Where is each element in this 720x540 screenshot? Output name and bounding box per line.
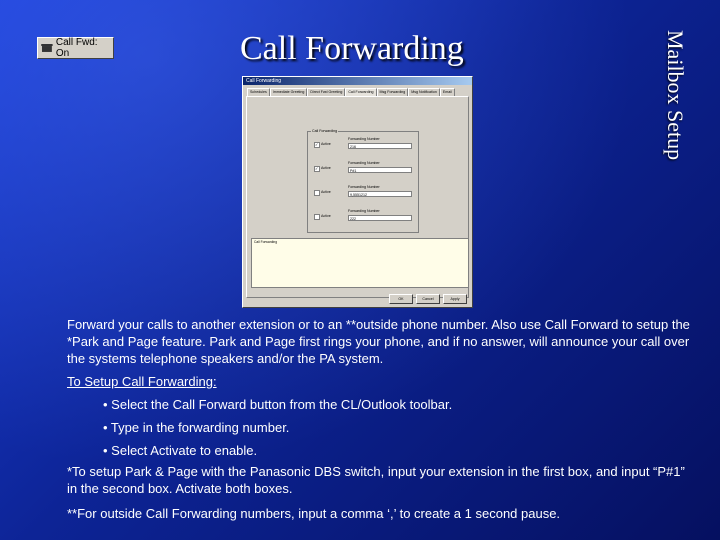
active-label: Active: [321, 214, 331, 218]
dialog-titlebar: Call Forwarding: [243, 77, 472, 85]
tab-immediate-greeting[interactable]: Immediate Greeting: [269, 88, 308, 96]
active-checkbox[interactable]: [314, 190, 320, 196]
tab-call-forwarding[interactable]: Call Forwarding: [345, 88, 377, 96]
bullet-item: • Select Activate to enable.: [103, 443, 258, 458]
forwarding-number-label: Forwarding Number: [348, 185, 380, 189]
forward-row: ✓ Active Forwarding Number P#1: [312, 160, 416, 178]
outside-number-note: **For outside Call Forwarding numbers, i…: [67, 506, 561, 521]
bullet-item: • Type in the forwarding number.: [103, 420, 290, 435]
bullet-item: • Select the Call Forward button from th…: [103, 397, 453, 412]
call-forwarding-dialog: Call Forwarding Schedules Immediate Gree…: [242, 76, 473, 308]
park-page-note: *To setup Park & Page with the Panasonic…: [67, 464, 685, 496]
tab-schedules[interactable]: Schedules: [247, 88, 270, 96]
phone-icon: [41, 44, 53, 52]
dialog-tabs: Schedules Immediate Greeting Direct Fwd …: [247, 88, 470, 96]
tab-msg-forwarding[interactable]: Msg Forwarding: [376, 88, 409, 96]
apply-button[interactable]: Apply: [443, 294, 467, 304]
forwarding-number-label: Forwarding Number: [348, 161, 380, 165]
intro-paragraph: Forward your calls to another extension …: [67, 317, 690, 366]
call-forwarding-group: Call Forwarding ✓ Active Forwarding Numb…: [307, 129, 419, 233]
help-text-box: Call Forwarding: [251, 238, 469, 288]
cancel-button[interactable]: Cancel: [416, 294, 440, 304]
slide-title: Call Forwarding: [240, 30, 464, 67]
active-label: Active: [321, 142, 331, 146]
call-fwd-toolbar-button[interactable]: Call Fwd: On: [37, 37, 114, 59]
active-checkbox[interactable]: ✓: [314, 166, 320, 172]
forwarding-number-input[interactable]: 216: [348, 143, 412, 149]
dialog-buttons: OK Cancel Apply: [389, 294, 467, 304]
forward-row: ✓ Active Forwarding Number 216: [312, 136, 416, 154]
active-label: Active: [321, 190, 331, 194]
tab-direct-fwd-greeting[interactable]: Direct Fwd Greeting: [307, 88, 346, 96]
dialog-panel: Call Forwarding ✓ Active Forwarding Numb…: [246, 96, 469, 298]
forwarding-number-input[interactable]: 9,5551212: [348, 191, 412, 197]
forwarding-number-input[interactable]: 222: [348, 215, 412, 221]
forward-row: Active Forwarding Number 9,5551212: [312, 184, 416, 202]
ok-button[interactable]: OK: [389, 294, 413, 304]
setup-heading: To Setup Call Forwarding:: [67, 374, 217, 389]
side-title: Mailbox Setup: [663, 30, 688, 161]
group-label: Call Forwarding: [311, 129, 339, 133]
forwarding-number-label: Forwarding Number: [348, 137, 380, 141]
active-checkbox[interactable]: ✓: [314, 142, 320, 148]
forward-row: Active Forwarding Number 222: [312, 208, 416, 226]
tab-msg-notification[interactable]: Msg Notification: [408, 88, 440, 96]
forwarding-number-input[interactable]: P#1: [348, 167, 412, 173]
forwarding-number-label: Forwarding Number: [348, 209, 380, 213]
call-fwd-label: Call Fwd: On: [55, 37, 98, 59]
help-text: Call Forwarding: [254, 240, 278, 244]
active-label: Active: [321, 166, 331, 170]
active-checkbox[interactable]: [314, 214, 320, 220]
tab-email[interactable]: Email: [439, 88, 455, 96]
